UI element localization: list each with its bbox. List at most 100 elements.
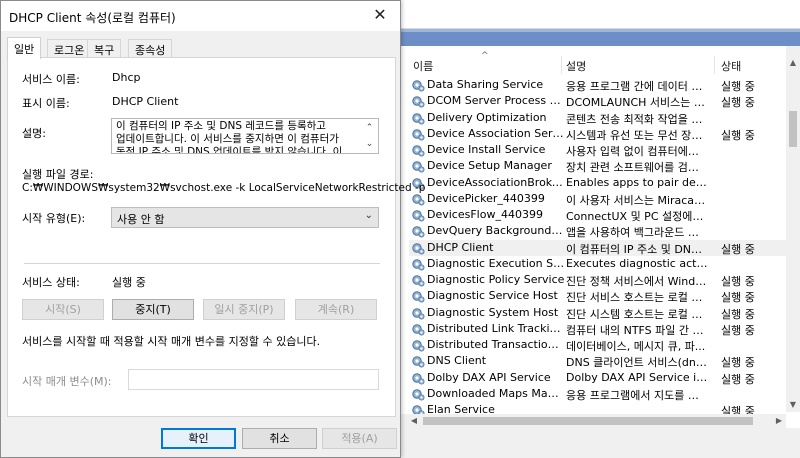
services-horizontal-scrollbar[interactable]: ◀ ▶ xyxy=(401,414,786,428)
service-description: 앱을 사용하여 백그라운드 작... xyxy=(566,226,708,240)
service-name: Distributed Transaction Co... xyxy=(427,338,565,351)
column-header-name[interactable]: 이름 xyxy=(413,58,433,74)
description-scrollbar[interactable]: ⌃ ⌄ xyxy=(361,119,378,153)
service-status: 실행 중 xyxy=(721,356,755,370)
service-description: Executes diagnostic actions f... xyxy=(566,256,708,270)
tab-general[interactable]: 일반 xyxy=(7,37,42,59)
startup-type-value: 사용 안 함 xyxy=(117,213,165,226)
chevron-up-icon[interactable]: ⌃ xyxy=(361,121,378,135)
service-description: 사용자 입력 없이 컴퓨터에서 ... xyxy=(566,145,708,158)
service-name: DNS Client xyxy=(427,354,487,368)
service-name: Device Setup Manager xyxy=(427,159,552,173)
service-gear-icon xyxy=(411,127,425,141)
service-gear-icon xyxy=(411,241,425,255)
resume-service-button[interactable]: 계속(R) xyxy=(295,299,377,320)
service-row[interactable]: Distributed Link Tracking C...컴퓨터 내의 NTF… xyxy=(409,321,787,337)
service-status: 실행 중 xyxy=(721,80,755,93)
column-divider[interactable] xyxy=(714,56,715,74)
scroll-left-icon[interactable]: ◀ xyxy=(407,414,421,428)
close-icon[interactable]: ✕ xyxy=(360,1,400,31)
column-divider[interactable] xyxy=(561,56,562,74)
service-status: 실행 중 xyxy=(721,275,755,288)
apply-button[interactable]: 적용(A) xyxy=(322,428,397,449)
divider xyxy=(24,263,380,264)
column-header-status[interactable]: 상태 xyxy=(721,58,741,74)
service-description: ConnectUX 및 PC 설정에서 ... xyxy=(566,210,708,223)
chevron-down-icon: ⌄ xyxy=(364,210,373,221)
service-gear-icon xyxy=(411,78,425,92)
service-row[interactable]: Device Setup Manager 장치 관련 소프트웨어를 검색,... xyxy=(409,158,787,174)
service-description: Enables apps to pair devices xyxy=(566,175,708,189)
service-name: Device Install Service xyxy=(427,143,546,156)
start-params-label: 시작 매개 변수(M): xyxy=(22,375,112,388)
service-row[interactable]: DNS Client DNS 클라이언트 서비스(dnsc... 실행 중 xyxy=(409,353,787,369)
services-vertical-scrollbar[interactable]: ▲ ▼ xyxy=(786,46,800,412)
service-gear-icon xyxy=(411,289,425,303)
stop-service-button[interactable]: 중지(T) xyxy=(112,299,194,320)
sort-ascending-icon: ^ xyxy=(481,51,489,61)
tab-logon[interactable]: 로그온 xyxy=(47,39,92,57)
service-row[interactable]: DevicesFlow_440399 ConnectUX 및 PC 설정에서 ..… xyxy=(409,207,787,223)
service-name: Delivery Optimization xyxy=(427,110,547,124)
cancel-button[interactable]: 취소 xyxy=(242,428,317,449)
service-name: Diagnostic System Host xyxy=(427,305,559,319)
tab-recovery[interactable]: 복구 xyxy=(87,39,122,57)
service-row[interactable]: Device Association Service 시스템과 유선 또는 무선 … xyxy=(409,126,787,142)
startup-type-select[interactable]: 사용 안 함 ⌄ xyxy=(111,207,379,228)
service-gear-icon xyxy=(411,111,425,125)
service-row[interactable]: Diagnostic Policy Service 진단 정책 서비스에서 Win… xyxy=(409,272,787,288)
service-row[interactable]: DHCP Client 이 컴퓨터의 IP 주소 및 DNS ... 실행 중 xyxy=(409,239,787,256)
service-row[interactable]: DeviceAssociationBroker_4...Enables apps… xyxy=(409,175,787,191)
service-description: 응용 프로그램에서 지도를 다... xyxy=(566,388,708,402)
service-row[interactable]: DevicePicker_440399 이 사용자 서비스는 Miracast, … xyxy=(409,191,787,207)
service-row[interactable]: Delivery Optimization 콘텐츠 전송 최적화 작업을 수... xyxy=(409,110,787,126)
service-gear-icon xyxy=(411,387,425,401)
service-status: 실행 중 xyxy=(721,372,755,386)
description-textbox[interactable]: 이 컴퓨터의 IP 주소 및 DNS 레코드를 등록하고 업데이트합니다. 이 … xyxy=(111,118,379,154)
service-name: DHCP Client xyxy=(427,240,494,254)
service-row[interactable]: Downloaded Maps Manager 응용 프로그램에서 지도를 다..… xyxy=(409,386,787,402)
service-row[interactable]: Distributed Transaction Co...데이터베이스, 메시지… xyxy=(409,337,787,353)
scrollbar-thumb[interactable] xyxy=(423,417,753,425)
service-row[interactable]: Diagnostic Execution ServiceExecutes dia… xyxy=(409,256,787,272)
column-header-description[interactable]: 설명 xyxy=(566,58,586,74)
service-name: DevQuery Background Dis... xyxy=(427,224,565,238)
service-description: DCOMLAUNCH 서비스는 개... xyxy=(566,96,708,110)
scroll-up-icon[interactable]: ▲ xyxy=(786,56,800,70)
service-gear-icon xyxy=(411,257,425,271)
service-description: 데이터베이스, 메시지 큐, 파... xyxy=(566,340,706,353)
display-name-value: DHCP Client xyxy=(112,95,179,108)
service-status: 실행 중 xyxy=(721,307,755,321)
chevron-down-icon[interactable]: ⌄ xyxy=(361,137,378,151)
service-gear-icon xyxy=(411,354,425,368)
service-row[interactable]: Diagnostic System Host 진단 시스템 호스트는 로컬 시..… xyxy=(409,305,787,321)
service-row[interactable]: Diagnostic Service Host 진단 서비스 호스트는 로컬 서.… xyxy=(409,288,787,304)
dialog-titlebar[interactable]: DHCP Client 속성(로컬 컴퓨터) ✕ xyxy=(1,1,400,31)
service-status: 실행 중 xyxy=(721,323,755,337)
scroll-right-icon[interactable]: ▶ xyxy=(772,414,786,428)
start-params-input[interactable] xyxy=(128,369,379,390)
service-name-label: 서비스 이름: xyxy=(22,73,80,86)
service-description: 이 컴퓨터의 IP 주소 및 DNS ... xyxy=(566,242,708,256)
service-gear-icon xyxy=(411,224,425,238)
service-gear-icon xyxy=(411,208,425,222)
service-description: 진단 서비스 호스트는 로컬 서... xyxy=(566,291,708,305)
scroll-down-icon[interactable]: ▼ xyxy=(786,398,800,412)
scrollbar-thumb[interactable] xyxy=(789,111,797,147)
pause-service-button[interactable]: 일시 중지(P) xyxy=(203,299,285,320)
service-properties-dialog: DHCP Client 속성(로컬 컴퓨터) ✕ 일반 로그온 복구 종속성 서… xyxy=(0,0,425,458)
service-name: DevicePicker_440399 xyxy=(427,191,545,205)
ok-button[interactable]: 확인 xyxy=(161,428,236,449)
service-description: 응용 프로그램 간에 데이터 브... xyxy=(566,80,708,93)
service-gear-icon xyxy=(411,306,425,320)
service-row[interactable]: DCOM Server Process Lau... DCOMLAUNCH 서비스… xyxy=(409,93,787,109)
start-service-button[interactable]: 시작(S) xyxy=(22,299,104,320)
tab-dependencies[interactable]: 종속성 xyxy=(128,39,173,57)
service-description: 장치 관련 소프트웨어를 검색,... xyxy=(566,161,708,175)
service-row[interactable]: Data Sharing Service 응용 프로그램 간에 데이터 브... 실… xyxy=(409,77,787,93)
service-name: Downloaded Maps Manager xyxy=(427,386,565,400)
service-row[interactable]: Device Install Service 사용자 입력 없이 컴퓨터에서 ..… xyxy=(409,142,787,158)
service-row[interactable]: DevQuery Background Dis...앱을 사용하여 백그라운드 … xyxy=(409,223,787,239)
services-extended-tab-strip xyxy=(401,29,800,46)
service-row[interactable]: Dolby DAX API Service Dolby DAX API Servi… xyxy=(409,370,787,386)
